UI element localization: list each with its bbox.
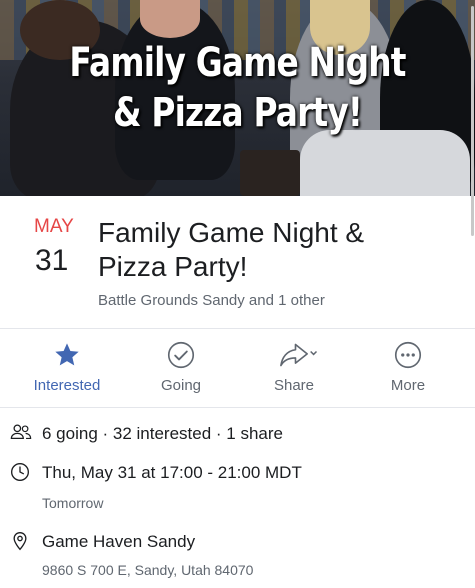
event-day: 31: [35, 244, 69, 277]
interested-label: Interested: [33, 377, 101, 394]
venue-address: 9860 S 700 E, Sandy, Utah 84070: [42, 562, 254, 578]
cover-person-legs: [300, 130, 470, 196]
cover-game-box: [240, 150, 300, 196]
interested-button[interactable]: Interested: [8, 329, 126, 407]
more-label: More: [390, 377, 426, 394]
share-label: Share: [273, 377, 315, 394]
event-hosts-link[interactable]: Battle Grounds Sandy and 1 other: [98, 292, 325, 309]
share-button[interactable]: Share: [235, 329, 353, 407]
event-month: MAY: [34, 216, 74, 237]
more-icon: [394, 341, 422, 369]
location-pin-icon: [13, 531, 27, 551]
event-title: Family Game Night & Pizza Party!: [98, 217, 365, 282]
datetime-row[interactable]: Thu, May 31 at 17:00 - 21:00 MDT Tomorro…: [0, 452, 475, 522]
cover-person-face: [140, 0, 200, 38]
location-row[interactable]: Game Haven Sandy 9860 S 700 E, Sandy, Ut…: [0, 522, 475, 588]
clock-icon: [11, 463, 29, 481]
more-button[interactable]: More: [349, 329, 467, 407]
attendance-row[interactable]: 6 going · 32 interested · 1 share: [0, 408, 475, 452]
share-icon: [280, 343, 318, 367]
event-cover-photo[interactable]: Family Game Night & Pizza Party!: [0, 0, 475, 196]
event-action-bar: Interested Going Share More: [0, 329, 475, 408]
event-datetime: Thu, May 31 at 17:00 - 21:00 MDT: [42, 463, 302, 482]
venue-name: Game Haven Sandy: [42, 532, 196, 551]
event-relative-day: Tomorrow: [42, 495, 104, 511]
check-circle-icon: [167, 341, 195, 369]
going-label: Going: [160, 377, 202, 394]
star-icon: [55, 343, 79, 366]
people-icon: [10, 424, 32, 440]
event-header: MAY 31 Family Game Night & Pizza Party! …: [0, 196, 475, 329]
chevron-down-icon: [310, 350, 318, 356]
cover-title-line-1: Family Game Night: [69, 40, 406, 86]
cover-title-line-2: & Pizza Party!: [112, 90, 363, 136]
attendance-summary: 6 going · 32 interested · 1 share: [42, 424, 283, 443]
going-button[interactable]: Going: [122, 329, 240, 407]
